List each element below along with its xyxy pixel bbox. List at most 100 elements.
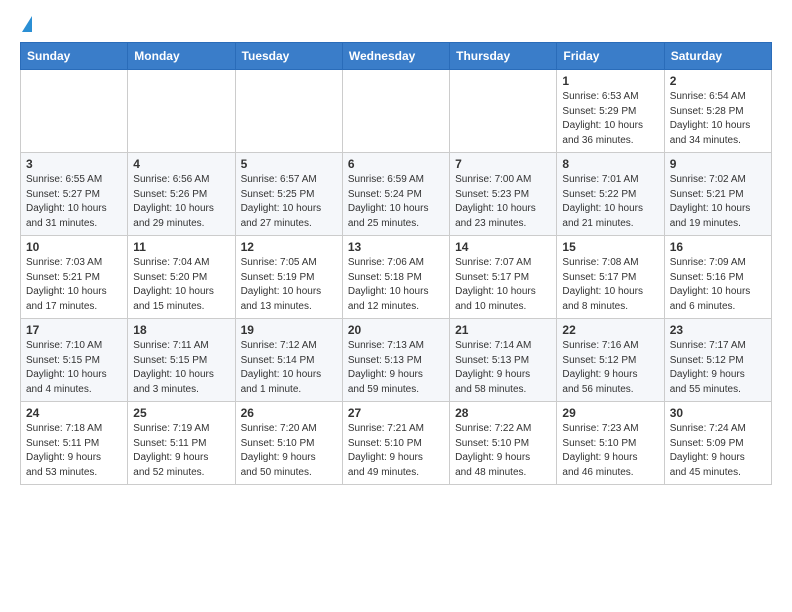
weekday-header-friday: Friday [557, 43, 664, 70]
day-number: 6 [348, 157, 444, 171]
calendar-header-row: SundayMondayTuesdayWednesdayThursdayFrid… [21, 43, 772, 70]
day-info: Sunrise: 7:08 AMSunset: 5:17 PMDaylight:… [562, 256, 658, 314]
calendar-cell: 2 Sunrise: 6:54 AMSunset: 5:28 PMDaylight… [664, 70, 771, 153]
day-number: 22 [562, 323, 658, 337]
day-info: Sunrise: 6:54 AMSunset: 5:28 PMDaylight:… [670, 90, 766, 148]
calendar-cell: 28 Sunrise: 7:22 AMSunset: 5:10 PMDayligh… [450, 402, 557, 485]
day-info: Sunrise: 6:57 AMSunset: 5:25 PMDaylight:… [241, 173, 337, 231]
day-number: 1 [562, 74, 658, 88]
calendar-cell [21, 70, 128, 153]
calendar-cell: 14Sunrise: 7:07 AMSunset: 5:17 PMDayligh… [450, 236, 557, 319]
calendar-week-row: 3 Sunrise: 6:55 AMSunset: 5:27 PMDaylight… [21, 153, 772, 236]
day-info: Sunrise: 7:18 AMSunset: 5:11 PMDaylight:… [26, 422, 122, 480]
day-number: 7 [455, 157, 551, 171]
calendar-table: SundayMondayTuesdayWednesdayThursdayFrid… [20, 42, 772, 485]
calendar-cell [450, 70, 557, 153]
weekday-header-tuesday: Tuesday [235, 43, 342, 70]
day-info: Sunrise: 7:19 AMSunset: 5:11 PMDaylight:… [133, 422, 229, 480]
calendar-cell: 27 Sunrise: 7:21 AMSunset: 5:10 PMDayligh… [342, 402, 449, 485]
day-info: Sunrise: 7:11 AMSunset: 5:15 PMDaylight:… [133, 339, 229, 397]
calendar-cell: 29 Sunrise: 7:23 AMSunset: 5:10 PMDayligh… [557, 402, 664, 485]
day-number: 12 [241, 240, 337, 254]
day-info: Sunrise: 7:13 AMSunset: 5:13 PMDaylight:… [348, 339, 444, 397]
calendar-cell [235, 70, 342, 153]
calendar-cell: 26Sunrise: 7:20 AMSunset: 5:10 PMDayligh… [235, 402, 342, 485]
day-info: Sunrise: 7:12 AMSunset: 5:14 PMDaylight:… [241, 339, 337, 397]
calendar-week-row: 24 Sunrise: 7:18 AMSunset: 5:11 PMDayligh… [21, 402, 772, 485]
day-number: 30 [670, 406, 766, 420]
day-number: 16 [670, 240, 766, 254]
day-info: Sunrise: 7:23 AMSunset: 5:10 PMDaylight:… [562, 422, 658, 480]
logo-triangle-icon [22, 16, 32, 32]
calendar-cell: 18 Sunrise: 7:11 AMSunset: 5:15 PMDayligh… [128, 319, 235, 402]
day-number: 18 [133, 323, 229, 337]
day-info: Sunrise: 7:02 AMSunset: 5:21 PMDaylight:… [670, 173, 766, 231]
day-info: Sunrise: 7:17 AMSunset: 5:12 PMDaylight:… [670, 339, 766, 397]
calendar-cell: 23 Sunrise: 7:17 AMSunset: 5:12 PMDayligh… [664, 319, 771, 402]
day-info: Sunrise: 7:06 AMSunset: 5:18 PMDaylight:… [348, 256, 444, 314]
day-number: 29 [562, 406, 658, 420]
day-info: Sunrise: 6:56 AMSunset: 5:26 PMDaylight:… [133, 173, 229, 231]
weekday-header-sunday: Sunday [21, 43, 128, 70]
calendar-cell: 16 Sunrise: 7:09 AMSunset: 5:16 PMDayligh… [664, 236, 771, 319]
calendar-cell: 13Sunrise: 7:06 AMSunset: 5:18 PMDayligh… [342, 236, 449, 319]
calendar-cell: 6Sunrise: 6:59 AMSunset: 5:24 PMDaylight… [342, 153, 449, 236]
day-info: Sunrise: 7:10 AMSunset: 5:15 PMDaylight:… [26, 339, 122, 397]
calendar-cell: 24 Sunrise: 7:18 AMSunset: 5:11 PMDayligh… [21, 402, 128, 485]
day-info: Sunrise: 7:21 AMSunset: 5:10 PMDaylight:… [348, 422, 444, 480]
calendar-week-row: 10Sunrise: 7:03 AMSunset: 5:21 PMDayligh… [21, 236, 772, 319]
calendar-cell: 1Sunrise: 6:53 AMSunset: 5:29 PMDaylight… [557, 70, 664, 153]
day-info: Sunrise: 7:03 AMSunset: 5:21 PMDaylight:… [26, 256, 122, 314]
calendar-cell: 21 Sunrise: 7:14 AMSunset: 5:13 PMDayligh… [450, 319, 557, 402]
day-number: 17 [26, 323, 122, 337]
day-number: 27 [348, 406, 444, 420]
day-number: 20 [348, 323, 444, 337]
day-number: 3 [26, 157, 122, 171]
weekday-header-wednesday: Wednesday [342, 43, 449, 70]
day-number: 23 [670, 323, 766, 337]
calendar-cell: 9 Sunrise: 7:02 AMSunset: 5:21 PMDaylight… [664, 153, 771, 236]
calendar-cell: 7 Sunrise: 7:00 AMSunset: 5:23 PMDaylight… [450, 153, 557, 236]
calendar-week-row: 1Sunrise: 6:53 AMSunset: 5:29 PMDaylight… [21, 70, 772, 153]
day-number: 2 [670, 74, 766, 88]
calendar-cell: 15 Sunrise: 7:08 AMSunset: 5:17 PMDayligh… [557, 236, 664, 319]
day-number: 25 [133, 406, 229, 420]
day-info: Sunrise: 7:20 AMSunset: 5:10 PMDaylight:… [241, 422, 337, 480]
day-info: Sunrise: 7:09 AMSunset: 5:16 PMDaylight:… [670, 256, 766, 314]
day-number: 15 [562, 240, 658, 254]
day-number: 28 [455, 406, 551, 420]
weekday-header-saturday: Saturday [664, 43, 771, 70]
day-info: Sunrise: 6:55 AMSunset: 5:27 PMDaylight:… [26, 173, 122, 231]
calendar-cell [128, 70, 235, 153]
calendar-cell [342, 70, 449, 153]
calendar-cell: 17 Sunrise: 7:10 AMSunset: 5:15 PMDayligh… [21, 319, 128, 402]
calendar-cell: 10Sunrise: 7:03 AMSunset: 5:21 PMDayligh… [21, 236, 128, 319]
page: SundayMondayTuesdayWednesdayThursdayFrid… [0, 0, 792, 501]
day-info: Sunrise: 7:14 AMSunset: 5:13 PMDaylight:… [455, 339, 551, 397]
calendar-cell: 3 Sunrise: 6:55 AMSunset: 5:27 PMDaylight… [21, 153, 128, 236]
day-number: 8 [562, 157, 658, 171]
day-number: 24 [26, 406, 122, 420]
day-number: 19 [241, 323, 337, 337]
calendar-cell: 30 Sunrise: 7:24 AMSunset: 5:09 PMDayligh… [664, 402, 771, 485]
calendar-cell: 8Sunrise: 7:01 AMSunset: 5:22 PMDaylight… [557, 153, 664, 236]
day-number: 4 [133, 157, 229, 171]
calendar-week-row: 17 Sunrise: 7:10 AMSunset: 5:15 PMDayligh… [21, 319, 772, 402]
header [20, 16, 772, 30]
calendar-cell: 4 Sunrise: 6:56 AMSunset: 5:26 PMDaylight… [128, 153, 235, 236]
calendar-cell: 11 Sunrise: 7:04 AMSunset: 5:20 PMDayligh… [128, 236, 235, 319]
logo-text [20, 16, 32, 30]
day-number: 11 [133, 240, 229, 254]
day-number: 14 [455, 240, 551, 254]
weekday-header-monday: Monday [128, 43, 235, 70]
day-info: Sunrise: 7:04 AMSunset: 5:20 PMDaylight:… [133, 256, 229, 314]
day-number: 9 [670, 157, 766, 171]
day-info: Sunrise: 7:24 AMSunset: 5:09 PMDaylight:… [670, 422, 766, 480]
day-info: Sunrise: 7:22 AMSunset: 5:10 PMDaylight:… [455, 422, 551, 480]
day-info: Sunrise: 7:00 AMSunset: 5:23 PMDaylight:… [455, 173, 551, 231]
day-number: 21 [455, 323, 551, 337]
weekday-header-thursday: Thursday [450, 43, 557, 70]
calendar-cell: 25 Sunrise: 7:19 AMSunset: 5:11 PMDayligh… [128, 402, 235, 485]
calendar-cell: 19 Sunrise: 7:12 AMSunset: 5:14 PMDayligh… [235, 319, 342, 402]
calendar-cell: 5Sunrise: 6:57 AMSunset: 5:25 PMDaylight… [235, 153, 342, 236]
